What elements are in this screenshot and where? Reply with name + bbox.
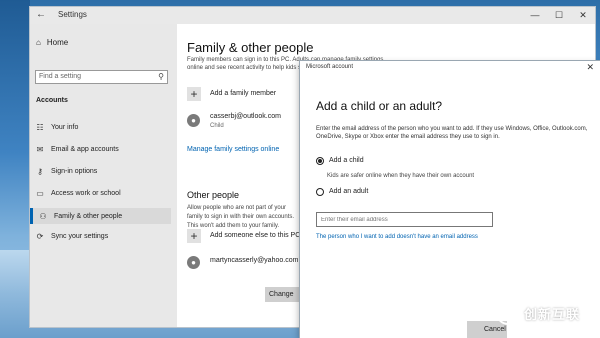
add-adult-radio[interactable] — [316, 188, 324, 196]
minimize-icon[interactable]: — — [523, 7, 547, 24]
close-icon[interactable]: ✕ — [571, 7, 595, 24]
sync-icon: ⟳ — [36, 232, 44, 241]
briefcase-icon: ▭ — [36, 189, 44, 198]
add-someone-plus-icon[interactable]: + — [187, 229, 201, 243]
sidebar-item-label: Access work or school — [51, 190, 121, 197]
key-icon: ⚷ — [37, 167, 43, 176]
add-someone-button[interactable]: Add someone else to this PC — [210, 232, 300, 239]
close-icon[interactable]: ✕ — [586, 62, 594, 73]
dialog-body: Enter the email address of the person wh… — [316, 126, 588, 140]
microsoft-account-dialog: Microsoft account ✕ Add a child or an ad… — [300, 61, 600, 338]
add-family-plus-icon[interactable]: + — [187, 87, 201, 101]
people-icon: ⚇ — [39, 211, 47, 221]
sidebar-item-label: Your info — [51, 124, 79, 131]
sidebar-item-label: Email & app accounts — [51, 146, 119, 153]
envelope-icon: ✉ — [36, 145, 44, 154]
sidebar-home[interactable]: ⌂ Home — [36, 38, 68, 47]
page-title: Family & other people — [187, 40, 314, 55]
sidebar-home-label: Home — [46, 38, 69, 47]
add-adult-label[interactable]: Add an adult — [329, 188, 368, 195]
email-field[interactable] — [316, 212, 493, 227]
sidebar-item-email[interactable]: ✉ Email & app accounts — [36, 145, 119, 154]
sidebar-item-family[interactable]: ⚇ Family & other people — [30, 208, 171, 224]
sidebar-section-title: Accounts — [36, 97, 68, 104]
add-child-label[interactable]: Add a child — [329, 157, 364, 164]
search-icon: ⚲ — [158, 72, 164, 81]
other-people-description: Allow people who are not part of your fa… — [187, 205, 295, 229]
window-title: Settings — [58, 10, 87, 19]
sidebar-item-label: Family & other people — [54, 212, 123, 220]
watermark-text: 创新互联 — [524, 306, 581, 322]
add-family-member-button[interactable]: Add a family member — [210, 90, 276, 97]
sidebar-item-label: Sync your settings — [51, 233, 109, 240]
avatar: ● — [187, 256, 200, 269]
maximize-icon[interactable]: ☐ — [547, 7, 571, 24]
no-email-link[interactable]: The person who I want to add doesn't hav… — [316, 234, 478, 240]
home-icon: ⌂ — [36, 38, 41, 47]
family-member-email[interactable]: casserbj@outlook.com — [210, 113, 281, 120]
search-placeholder: Find a setting — [39, 73, 82, 80]
sidebar-item-work-school[interactable]: ▭ Access work or school — [36, 189, 121, 198]
sidebar-item-label: Sign-in options — [51, 168, 98, 175]
other-user-email[interactable]: martyncasserly@yahoo.com — [210, 257, 298, 264]
dialog-heading: Add a child or an adult? — [316, 99, 443, 113]
watermark-logo-icon — [496, 301, 520, 325]
window-controls: — ☐ ✕ — [523, 7, 595, 24]
sidebar-item-your-info[interactable]: ☷ Your info — [36, 123, 78, 132]
add-child-note: Kids are safer online when they have the… — [327, 173, 475, 179]
change-account-type-button[interactable]: Change account type — [265, 287, 305, 302]
person-card-icon: ☷ — [36, 123, 44, 132]
sidebar: ⌂ Home Find a setting ⚲ Accounts ☷ Your … — [30, 24, 177, 327]
sidebar-item-sync[interactable]: ⟳ Sync your settings — [36, 232, 109, 241]
sidebar-item-sign-in[interactable]: ⚷ Sign-in options — [36, 167, 97, 176]
add-child-radio[interactable] — [316, 157, 324, 165]
dialog-title: Microsoft account — [306, 64, 354, 70]
manage-family-link[interactable]: Manage family settings online — [187, 146, 279, 153]
back-arrow-icon[interactable]: ← — [36, 9, 46, 20]
title-bar: ← Settings — ☐ ✕ — [30, 7, 595, 24]
avatar: ● — [187, 114, 200, 127]
family-member-role: Child — [210, 123, 224, 129]
watermark: 创新互联 — [496, 301, 580, 325]
other-people-title: Other people — [187, 190, 240, 200]
search-input[interactable]: Find a setting ⚲ — [35, 70, 168, 84]
